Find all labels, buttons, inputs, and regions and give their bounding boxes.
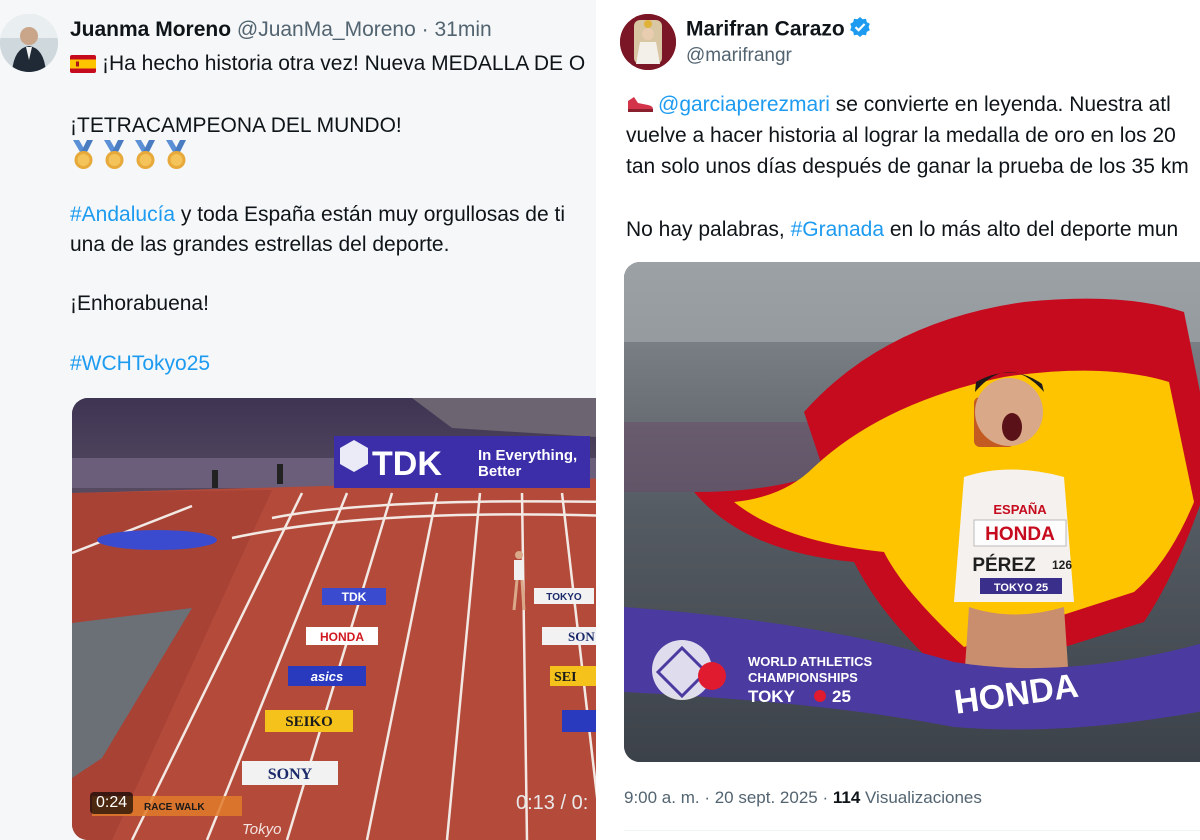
verified-badge-icon <box>849 16 871 44</box>
header-separator: · <box>421 18 429 41</box>
overlay-label: RACE WALK <box>144 802 205 813</box>
hashtag-andalucia[interactable]: #Andalucía <box>70 203 175 226</box>
hashtag-event[interactable]: #WCHTokyo25 <box>70 352 210 376</box>
shoe-icon <box>626 93 654 113</box>
athlete-photo[interactable]: ESPAÑA HONDA PÉREZ 126 TOKYO 25 WORLD AT… <box>624 262 1200 762</box>
author-handle[interactable]: @marifrangr <box>686 45 792 67</box>
board-seiko-right: SEI <box>554 670 577 685</box>
views-label: Visualizaciones <box>860 788 982 807</box>
video-duration-badge: 0:24 <box>90 792 134 814</box>
tape-text-1: WORLD ATHLETICS <box>748 654 873 669</box>
views-count: 114 <box>832 788 861 807</box>
right-tweet-line-4: No hay palabras, #Granada en lo más alto… <box>626 218 1179 241</box>
bib-top: ESPAÑA <box>993 502 1047 517</box>
spain-flag-icon <box>70 55 96 73</box>
board-asics: asics <box>311 669 344 684</box>
gold-medal-icon <box>166 140 186 169</box>
gold-medal-icon <box>73 140 93 169</box>
right-author-row: Marifran Carazo <box>686 16 871 44</box>
footer-time[interactable]: 9:00 a. m. <box>624 788 700 807</box>
board-tdk: TDK <box>342 590 367 604</box>
hashtag-granada[interactable]: #Granada <box>791 218 884 241</box>
tape-text-4: 25 <box>832 687 851 706</box>
author-handle[interactable]: @JuanMa_Moreno <box>237 18 416 41</box>
board-sony-right: SON <box>568 629 595 644</box>
tdk-banner-slogan-2: Better <box>478 463 522 480</box>
tdk-banner-brand: TDK <box>372 445 442 483</box>
athlete-photo-scene: ESPAÑA HONDA PÉREZ 126 TOKYO 25 WORLD AT… <box>624 262 1200 762</box>
right-tweet-line-1: @garciaperezmari se convierte en leyenda… <box>626 93 1171 117</box>
footer-divider <box>624 830 1200 831</box>
board-honda: HONDA <box>320 630 364 644</box>
author-name[interactable]: Marifran Carazo <box>686 18 845 41</box>
board-seiko: SEIKO <box>285 714 333 730</box>
right-tweet-line-2: vuelve a hacer historia al lograr la med… <box>626 124 1176 147</box>
panel-divider <box>596 0 604 840</box>
tweet-line-2: ¡TETRACAMPEONA DEL MUNDO! <box>70 114 402 137</box>
tweet-line-3: #Andalucía y toda España están muy orgul… <box>70 203 565 226</box>
video-watermark: Tokyo <box>242 821 281 838</box>
mention-garciaperezmari[interactable]: @garciaperezmari <box>658 93 830 116</box>
marifran-avatar[interactable] <box>620 14 676 70</box>
tweet-line-4: una de las grandes estrellas del deporte… <box>70 233 450 256</box>
tape-text-3: TOKY <box>748 687 796 706</box>
tdk-banner-slogan-1: In Everything, <box>478 447 577 464</box>
video-timecode: 0:13 / 0: <box>516 792 589 814</box>
tape-text-2: CHAMPIONSHIPS <box>748 670 858 685</box>
medals-row <box>70 138 194 177</box>
juanma-avatar[interactable] <box>0 14 58 72</box>
gold-medal-icon <box>104 140 124 169</box>
race-video[interactable]: TDK In Everything, Better TDK HONDA asic… <box>72 398 596 840</box>
bib-city: TOKYO 25 <box>994 582 1048 594</box>
bib-name: PÉREZ <box>972 554 1036 576</box>
right-tweet-panel: Marifran Carazo @marifrangr @garciaperez… <box>604 0 1200 840</box>
left-tweet-header: Juanma Moreno @JuanMa_Moreno · 31min <box>70 18 492 42</box>
tweet-line-1: ¡Ha hecho historia otra vez! Nueva MEDAL… <box>70 52 585 76</box>
tweet-time[interactable]: 31min <box>434 18 491 41</box>
gold-medal-icon <box>135 140 155 169</box>
tweet-line-5: ¡Enhorabuena! <box>70 292 209 315</box>
author-name[interactable]: Juanma Moreno <box>70 18 231 41</box>
left-tweet-panel: Juanma Moreno @JuanMa_Moreno · 31min ¡Ha… <box>0 0 596 840</box>
board-sony: SONY <box>268 766 313 783</box>
board-right-top: TOKYO <box>546 592 582 603</box>
race-video-scene: TDK In Everything, Better TDK HONDA asic… <box>72 398 596 840</box>
footer-date[interactable]: 20 sept. 2025 <box>715 788 818 807</box>
bib-number: 126 <box>1052 558 1072 572</box>
bib-sponsor: HONDA <box>985 524 1055 545</box>
right-tweet-line-3: tan solo unos días después de ganar la p… <box>626 155 1189 178</box>
tweet-footer: 9:00 a. m. · 20 sept. 2025 · 114 Visuali… <box>624 788 982 807</box>
